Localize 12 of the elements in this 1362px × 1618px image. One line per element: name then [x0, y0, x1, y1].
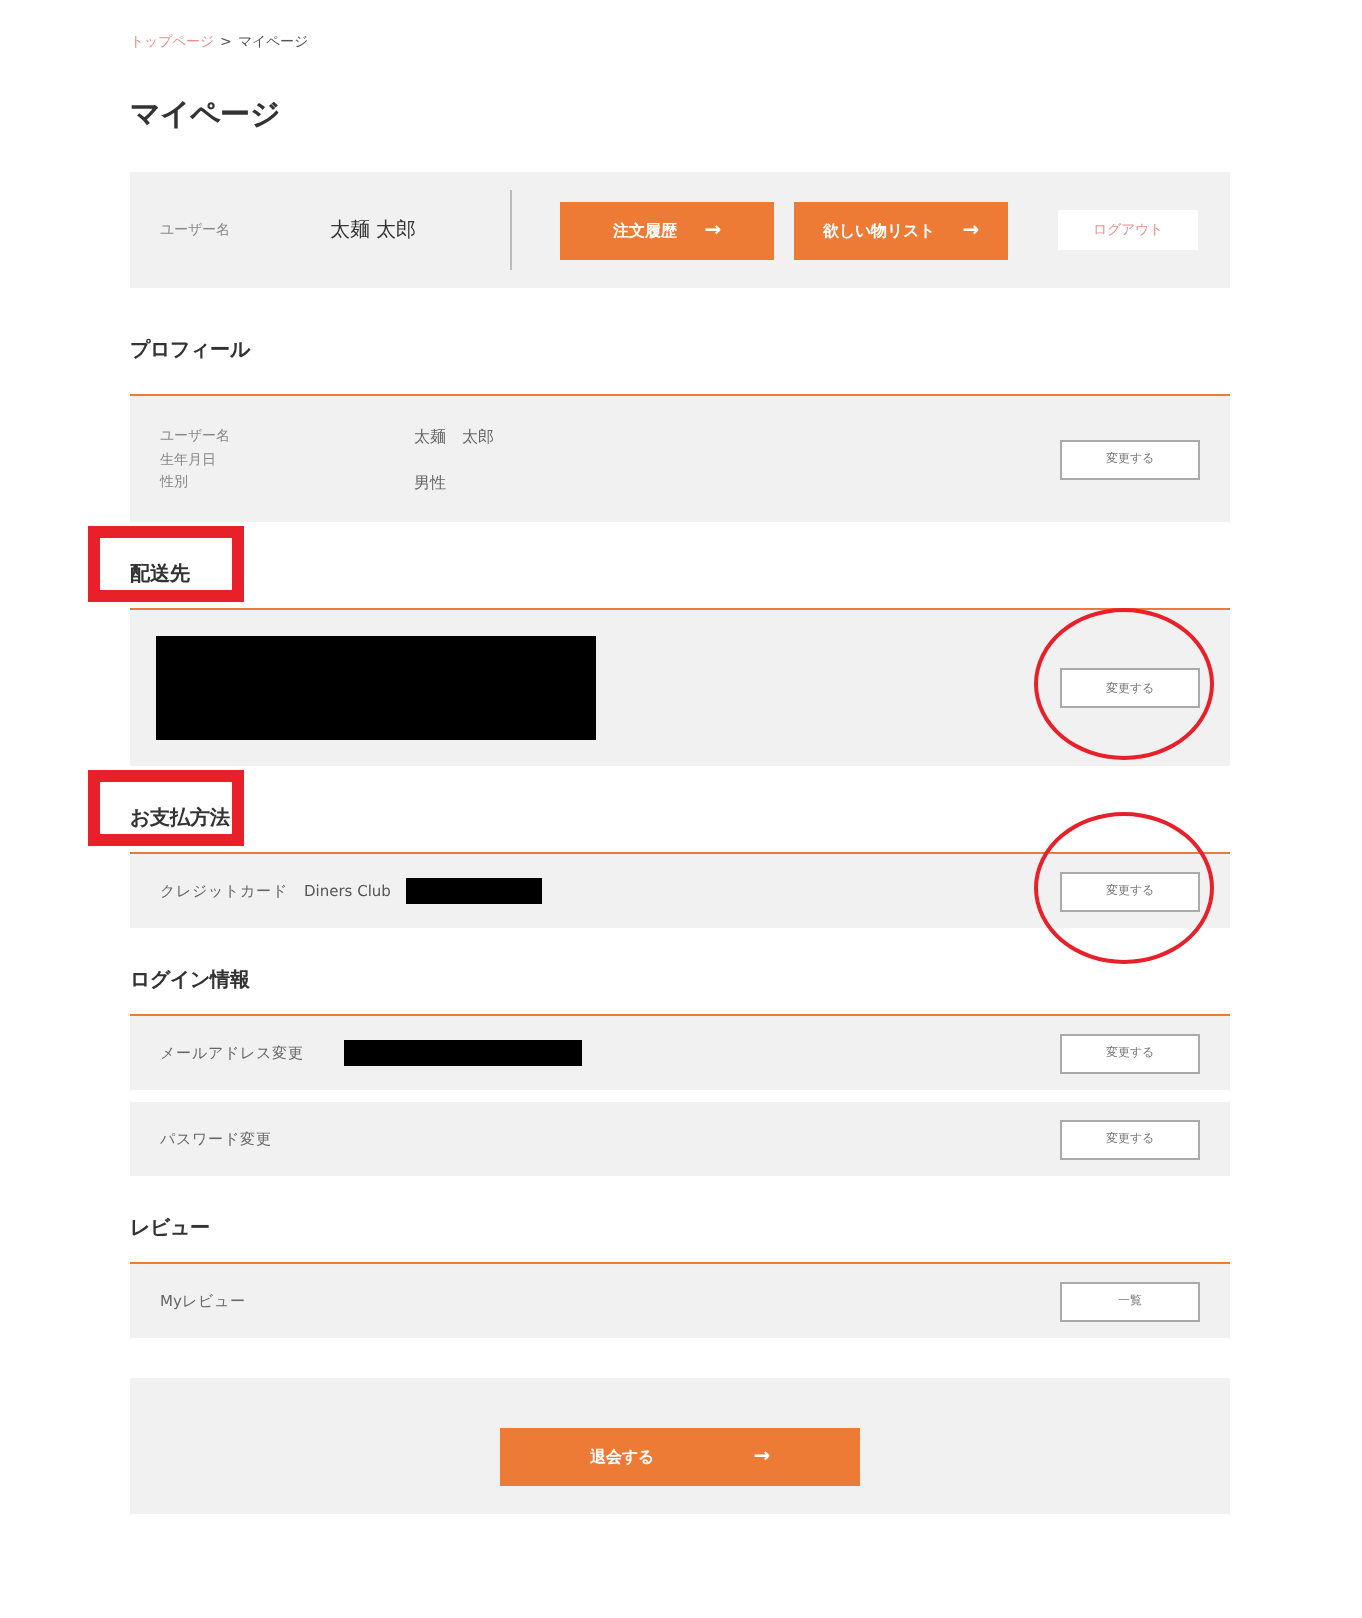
- section-heading: 配送先: [130, 561, 190, 587]
- nav-button[interactable]: 注文履歴 →: [560, 201, 774, 259]
- section-heading: お支払方法: [130, 804, 230, 831]
- nav-button[interactable]: 欲しい物リスト →: [794, 201, 1008, 259]
- section-heading: プロフィール: [130, 336, 250, 363]
- field-value: 男性: [414, 471, 448, 493]
- username-value: 太麺 太郎: [330, 217, 419, 244]
- section-heading: レビュー: [130, 1215, 210, 1241]
- page-title: マイページ: [130, 94, 282, 134]
- field-value: 太麺 太郎: [414, 425, 494, 447]
- section-heading: ログイン情報: [130, 967, 250, 993]
- withdraw-button[interactable]: 退会する →: [500, 1427, 860, 1485]
